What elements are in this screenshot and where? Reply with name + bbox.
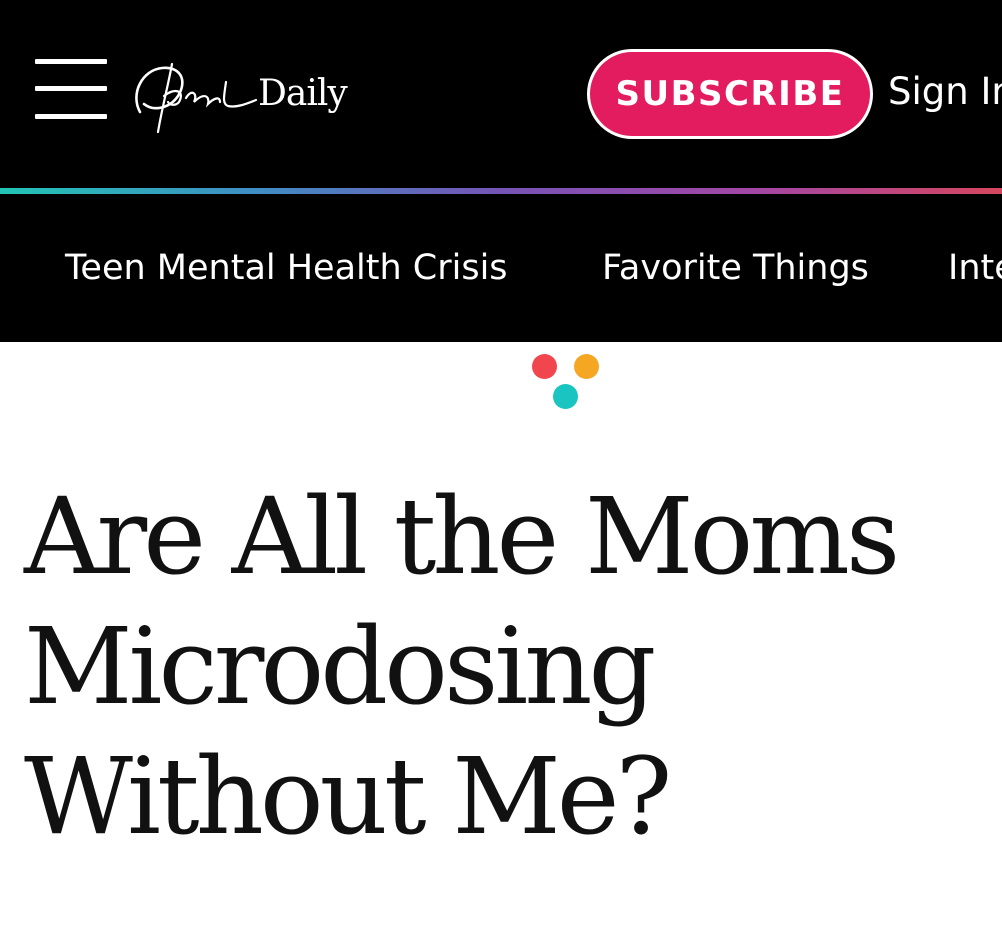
three-dots-logo-icon: [530, 352, 604, 412]
topic-nav-bar: Teen Mental Health Crisis Favorite Thing…: [0, 194, 1002, 342]
subscribe-button[interactable]: SUBSCRIBE: [587, 49, 873, 139]
red-dot: [532, 354, 557, 379]
logo-wordmark: Daily: [258, 73, 348, 114]
nav-item-favorite-things[interactable]: Favorite Things: [602, 244, 869, 292]
sign-in-link[interactable]: Sign In: [888, 66, 1002, 118]
oprah-signature-logo: [135, 62, 258, 134]
top-header: Daily SUBSCRIBE Sign In: [0, 0, 1002, 188]
menu-bar: [35, 86, 107, 91]
orange-dot: [574, 354, 599, 379]
teal-dot: [553, 384, 578, 409]
nav-item-interviews[interactable]: Interviews: [948, 244, 1002, 292]
oprah-daily-logo[interactable]: Daily: [128, 52, 358, 136]
menu-bar: [35, 114, 107, 119]
menu-bar: [35, 59, 107, 64]
nav-item-teen-mental-health-crisis[interactable]: Teen Mental Health Crisis: [65, 244, 508, 292]
article-title: Are All the Moms Microdosing Without Me?: [24, 475, 900, 858]
hamburger-menu-icon[interactable]: [32, 56, 110, 124]
